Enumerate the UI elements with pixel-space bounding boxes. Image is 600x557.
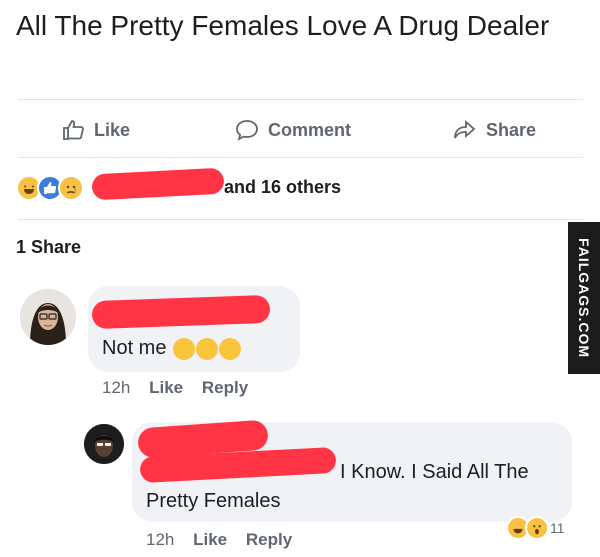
reply-text-line1: I Know. I Said All The: [340, 461, 529, 483]
watermark: FAILGAGS.COM: [568, 222, 600, 374]
share-icon: [454, 120, 476, 139]
divider-actions: [18, 157, 583, 158]
like-button[interactable]: Like: [62, 118, 130, 142]
like-button-label: Like: [94, 119, 131, 140]
post-text: All The Pretty Females Love A Drug Deale…: [16, 10, 550, 41]
wow-reaction-icon: [525, 516, 549, 540]
thumbs-up-icon: [63, 120, 84, 140]
reply-reaction-count: 11: [550, 520, 565, 536]
commenter-avatar[interactable]: [20, 289, 76, 345]
share-count[interactable]: 1 Share: [16, 237, 81, 258]
reply-meta: 12h Like Reply: [146, 530, 292, 550]
comment-button[interactable]: Comment: [234, 118, 351, 142]
divider-top: [18, 99, 583, 100]
reply-like-link[interactable]: Like: [193, 530, 227, 549]
share-button-label: Share: [486, 119, 537, 140]
comment-meta: 12h Like Reply: [102, 378, 248, 398]
grimace-emoji-icon: [196, 337, 219, 360]
share-button[interactable]: Share: [452, 118, 536, 142]
reply-text-line2: Pretty Females: [146, 490, 281, 512]
reaction-icons[interactable]: [16, 174, 84, 202]
comment-button-label: Comment: [268, 119, 352, 140]
comment-reply-link[interactable]: Reply: [202, 378, 248, 397]
reply-time: 12h: [146, 530, 175, 549]
replier-avatar[interactable]: [84, 424, 124, 464]
comment-icon: [236, 120, 258, 141]
reply-reply-link[interactable]: Reply: [246, 530, 292, 549]
grimace-emoji-icon: [173, 337, 196, 360]
reaction-summary[interactable]: and 16 others: [224, 177, 341, 198]
redaction-mark: [91, 167, 225, 201]
comment-like-link[interactable]: Like: [149, 378, 183, 397]
comment-text: Not me: [102, 337, 242, 360]
grimace-emoji-icon: [219, 337, 242, 360]
comment-time: 12h: [102, 378, 131, 397]
sad-reaction-icon: [58, 175, 84, 201]
reply-reactions[interactable]: 11: [506, 516, 565, 540]
divider-reactions: [18, 219, 583, 220]
